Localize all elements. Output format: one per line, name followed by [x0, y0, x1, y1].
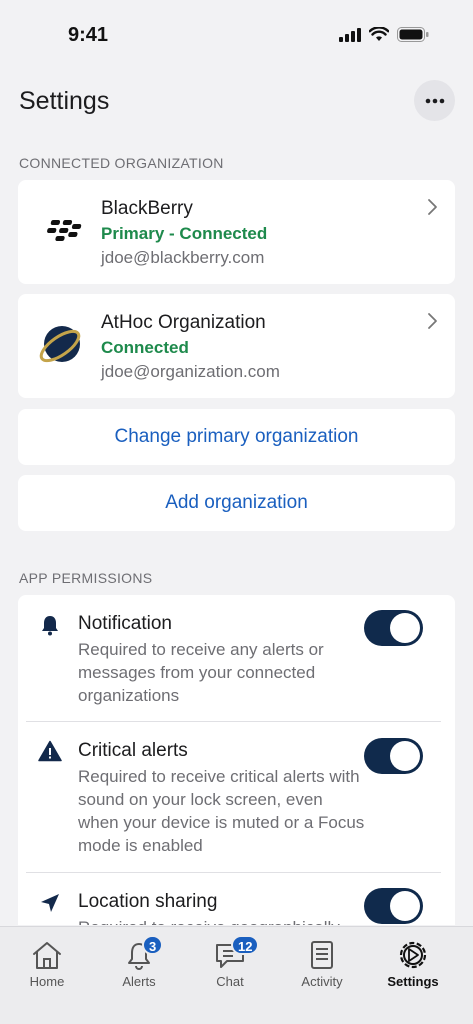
page-title: Settings — [19, 87, 110, 115]
activity-icon — [311, 941, 333, 969]
tab-label: Activity — [301, 974, 343, 989]
org-card-athoc[interactable]: AtHoc Organization Connected jdoe@organi… — [18, 294, 455, 398]
permission-title: Notification — [78, 613, 172, 634]
tab-label: Alerts — [122, 974, 156, 989]
permission-description: Required to receive geographically — [78, 916, 368, 925]
add-organization-button[interactable]: Add organization — [18, 475, 455, 531]
tab-alerts[interactable]: 3 Alerts — [92, 927, 186, 1024]
bell-icon — [42, 616, 58, 636]
permission-row-critical-alerts: Critical alerts Required to receive crit… — [18, 722, 455, 872]
battery-icon — [397, 27, 429, 42]
chevron-right-icon — [428, 199, 437, 215]
notification-toggle[interactable] — [364, 610, 423, 646]
permission-description: Required to receive critical alerts with… — [78, 767, 365, 855]
location-arrow-icon — [41, 894, 59, 912]
tab-home[interactable]: Home — [0, 927, 94, 1024]
chat-badge: 12 — [231, 935, 260, 955]
tab-settings[interactable]: Settings — [366, 927, 460, 1024]
status-icons — [339, 27, 429, 42]
status-time: 9:41 — [68, 24, 109, 46]
org-name: AtHoc Organization — [101, 312, 266, 333]
chevron-right-icon — [428, 313, 437, 329]
org-email: jdoe@organization.com — [101, 362, 280, 381]
permissions-card: Notification Required to receive any ale… — [18, 595, 455, 925]
tab-bar: Home 3 Alerts 12 Chat Activity Settings — [0, 926, 473, 1024]
settings-icon — [399, 941, 427, 969]
toggle-knob — [390, 741, 420, 771]
org-card-blackberry[interactable]: BlackBerry Primary - Connected jdoe@blac… — [18, 180, 455, 284]
permission-description: Required to receive any alerts or messag… — [78, 640, 324, 705]
warning-icon — [38, 740, 62, 762]
wifi-icon — [369, 27, 389, 41]
ellipsis-icon — [425, 98, 444, 103]
change-primary-organization-label: Change primary organization — [114, 426, 359, 447]
tab-chat[interactable]: 12 Chat — [183, 927, 277, 1024]
add-organization-label: Add organization — [165, 492, 308, 513]
permission-title: Critical alerts — [78, 740, 188, 761]
permission-title: Location sharing — [78, 891, 218, 912]
change-primary-organization-button[interactable]: Change primary organization — [18, 409, 455, 465]
alerts-badge: 3 — [142, 935, 164, 955]
cellular-signal-icon — [339, 27, 361, 42]
location-sharing-toggle[interactable] — [364, 888, 423, 924]
tab-label: Chat — [216, 974, 244, 989]
header: Settings — [0, 72, 473, 132]
permission-row-notification: Notification Required to receive any ale… — [18, 595, 455, 721]
connected-organization-section-label: CONNECTED ORGANIZATION — [19, 155, 224, 171]
more-options-button[interactable] — [414, 80, 455, 121]
org-status: Connected — [101, 338, 189, 357]
toggle-knob — [390, 891, 420, 921]
athoc-logo — [39, 326, 81, 363]
critical-alerts-toggle[interactable] — [364, 738, 423, 774]
org-name: BlackBerry — [101, 198, 193, 219]
toggle-knob — [390, 613, 420, 643]
tab-label: Settings — [387, 974, 439, 989]
blackberry-logo — [47, 220, 82, 241]
home-icon — [33, 942, 61, 969]
tab-activity[interactable]: Activity — [275, 927, 369, 1024]
org-status: Primary - Connected — [101, 224, 268, 243]
app-permissions-section-label: APP PERMISSIONS — [19, 570, 153, 586]
permission-row-location-sharing: Location sharing Required to receive geo… — [18, 873, 455, 925]
org-email: jdoe@blackberry.com — [101, 248, 265, 267]
tab-label: Home — [29, 974, 65, 989]
status-bar: 9:41 — [0, 0, 473, 72]
